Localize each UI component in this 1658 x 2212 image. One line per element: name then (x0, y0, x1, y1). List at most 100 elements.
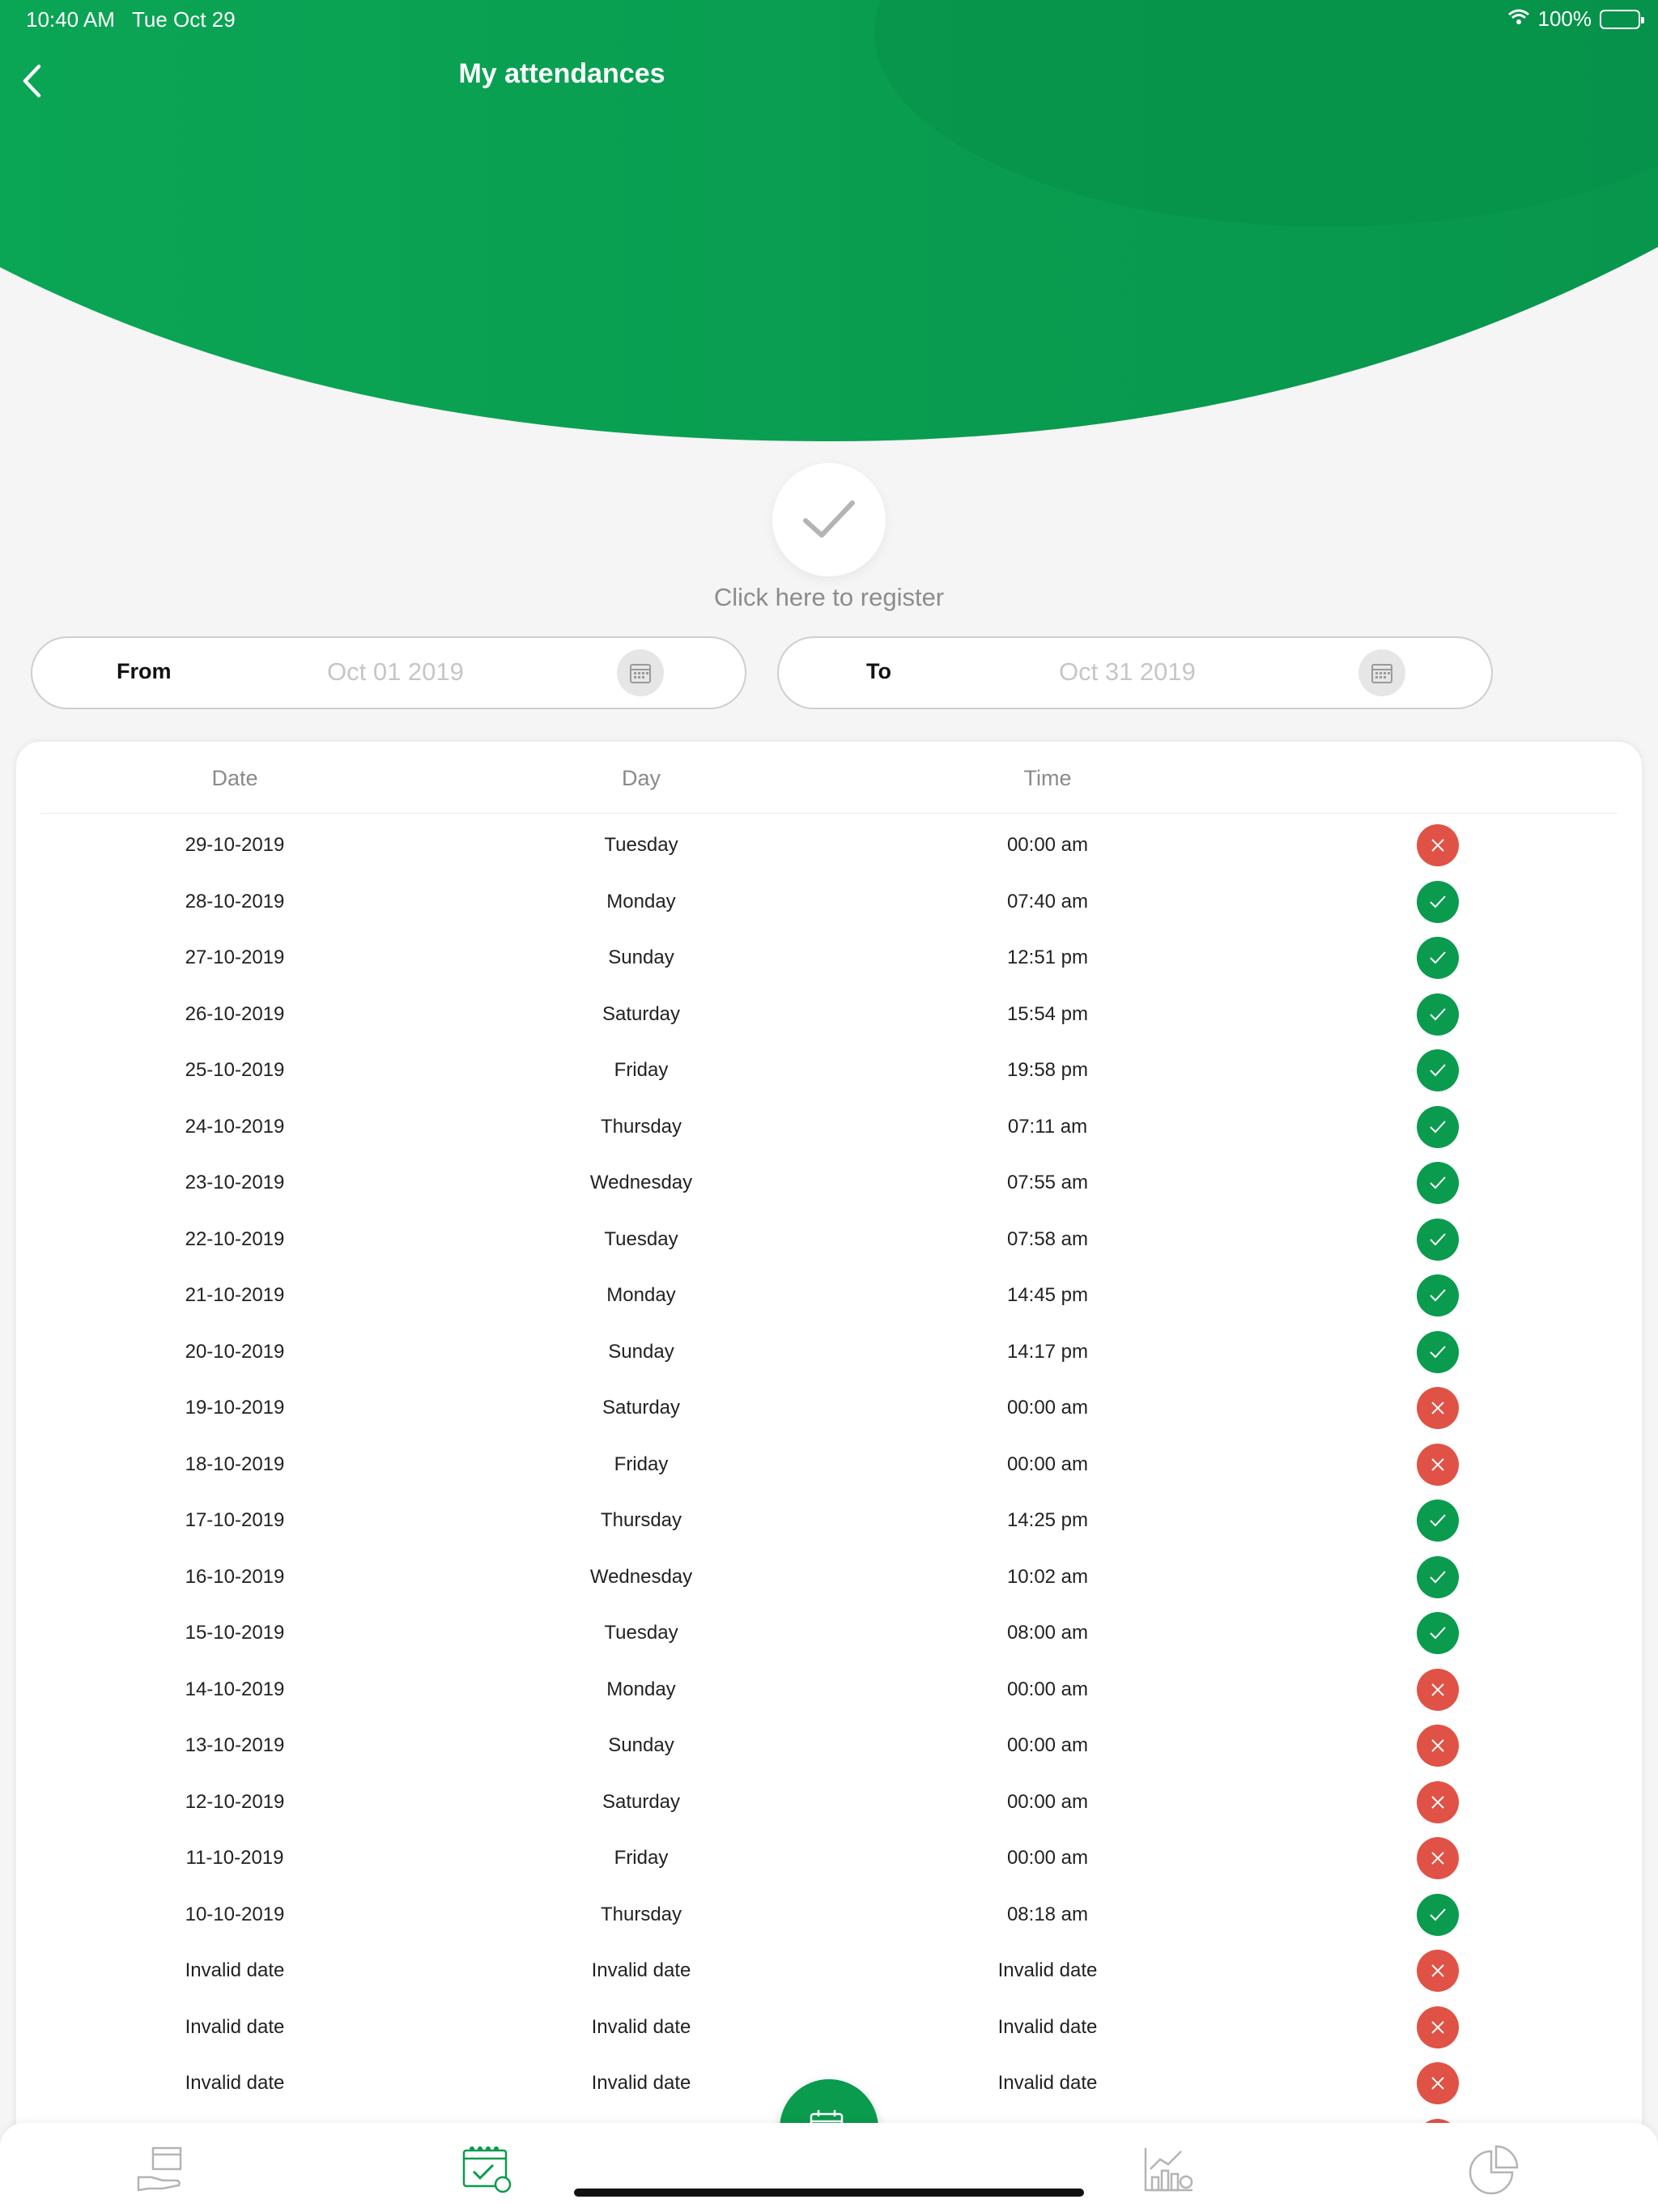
cell-time: Invalid date (997, 2015, 1098, 2038)
cell-time: 07:11 am (1007, 1115, 1088, 1138)
cell-day: Tuesday (604, 834, 678, 856)
cross-circle-icon (1417, 1780, 1459, 1823)
pie-chart-icon (1469, 2145, 1519, 2195)
cell-day: Monday (606, 890, 676, 912)
cross-circle-icon (1417, 1668, 1459, 1711)
cell-day: Friday (614, 1059, 669, 1081)
status-indicators: 100% (1507, 6, 1644, 32)
table-row: 16-10-2019 Wednesday 10:02 am (16, 1555, 1642, 1614)
cell-date: Invalid date (185, 2072, 285, 2094)
cell-time: 00:00 am (1006, 1678, 1089, 1700)
cell-date: 11-10-2019 (185, 1847, 284, 1869)
column-header-day: Day (621, 766, 661, 790)
check-circle-icon (1417, 1612, 1459, 1654)
table-row: 10-10-2019 Thursday 08:18 am (16, 1893, 1642, 1952)
cell-day: Tuesday (604, 1622, 678, 1644)
cell-date: 24-10-2019 (185, 1115, 285, 1138)
cell-time: 07:55 am (1006, 1172, 1089, 1193)
cell-time: 08:18 am (1006, 1903, 1089, 1925)
table-row: 11-10-2019 Friday 00:00 am (16, 1837, 1642, 1895)
cell-time: 00:00 am (1006, 834, 1089, 856)
hand-box-icon (137, 2146, 182, 2192)
tab-reports[interactable] (1462, 2141, 1527, 2197)
cell-day: Monday (606, 1678, 676, 1700)
tab-attendance[interactable] (455, 2141, 520, 2197)
cell-time: 15:54 pm (1006, 1002, 1089, 1025)
to-date-field[interactable]: To Oct 31 2019 (777, 636, 1493, 709)
from-label: From (117, 659, 172, 683)
cell-day: Sunday (608, 946, 674, 968)
cell-date: 15-10-2019 (185, 1622, 285, 1644)
cross-circle-icon (1417, 1387, 1459, 1429)
cell-date: 25-10-2019 (185, 1059, 285, 1081)
cell-date: 12-10-2019 (185, 1790, 285, 1813)
calendar-icon[interactable] (617, 649, 664, 696)
tab-statistics[interactable] (1137, 2141, 1201, 2197)
cross-circle-icon (1417, 2006, 1459, 2048)
check-circle-icon (1417, 1105, 1459, 1148)
cell-time: 19:58 pm (1006, 1059, 1089, 1081)
cell-time: Invalid date (997, 1959, 1098, 1981)
cell-day: Invalid date (591, 2072, 691, 2094)
attendance-table[interactable]: Date Day Time 29-10-2019 Tuesday 00:00 am 2… (16, 742, 1642, 2212)
cell-time: 12:51 pm (1006, 946, 1089, 968)
check-icon (803, 500, 855, 538)
tab-requests[interactable] (130, 2141, 194, 2197)
table-row: 28-10-2019 Monday 07:40 am (16, 880, 1642, 939)
calendar-icon[interactable] (1358, 649, 1405, 696)
table-row: 14-10-2019 Monday 00:00 am (16, 1668, 1642, 1727)
cross-circle-icon (1417, 824, 1459, 866)
cross-circle-icon (1417, 1725, 1459, 1767)
table-row: 17-10-2019 Thursday 14:25 pm (16, 1499, 1642, 1558)
table-row: 13-10-2019 Sunday 00:00 am (16, 1725, 1642, 1783)
cell-time: 08:00 am (1006, 1622, 1089, 1644)
cell-date: 18-10-2019 (185, 1453, 285, 1475)
table-row: 23-10-2019 Wednesday 07:55 am (16, 1162, 1642, 1220)
table-row: 22-10-2019 Tuesday 07:58 am (16, 1218, 1642, 1277)
check-circle-icon (1417, 1218, 1459, 1261)
register-label[interactable]: Click here to register (586, 583, 1072, 612)
cell-date: 22-10-2019 (185, 1227, 285, 1250)
register-button[interactable] (772, 463, 886, 576)
cell-day: Friday (614, 1847, 669, 1869)
from-date-field[interactable]: From Oct 01 2019 (31, 636, 746, 709)
battery-icon (1600, 9, 1644, 29)
cell-time: 00:00 am (1006, 1790, 1089, 1813)
check-circle-icon (1417, 1049, 1459, 1091)
cross-circle-icon (1417, 1443, 1459, 1486)
cell-time: 10:02 am (1006, 1565, 1089, 1588)
table-row: Invalid date Invalid date Invalid date (16, 1950, 1642, 2008)
cell-day: Thursday (600, 1509, 682, 1531)
from-date-value: Oct 01 2019 (327, 657, 464, 686)
wifi-icon (1507, 6, 1530, 32)
back-button[interactable] (11, 57, 52, 105)
status-date: Tue Oct 29 (132, 7, 236, 32)
table-row: 21-10-2019 Monday 14:45 pm (16, 1274, 1642, 1333)
cell-date: 17-10-2019 (185, 1509, 285, 1531)
cell-date: 23-10-2019 (185, 1172, 285, 1193)
cell-date: 19-10-2019 (185, 1397, 285, 1419)
bar-chart-icon (1144, 2148, 1193, 2192)
cell-date: 20-10-2019 (185, 1340, 285, 1363)
table-body: 29-10-2019 Tuesday 00:00 am 28-10-2019 Monda… (16, 824, 1642, 2176)
cell-date: Invalid date (185, 1959, 285, 1981)
cross-circle-icon (1417, 1837, 1459, 1879)
cell-day: Thursday (600, 1903, 682, 1925)
cell-date: Invalid date (185, 2015, 285, 2038)
cell-date: 21-10-2019 (185, 1284, 285, 1306)
cell-date: 28-10-2019 (185, 890, 285, 912)
calendar-check-icon (462, 2146, 512, 2193)
cell-day: Wednesday (589, 1565, 693, 1588)
table-row: 12-10-2019 Saturday 00:00 am (16, 1780, 1642, 1840)
check-circle-icon (1417, 1162, 1459, 1204)
cross-circle-icon (1417, 1950, 1459, 1992)
cell-time: 00:00 am (1006, 1453, 1089, 1475)
status-bar: 10:40 AM Tue Oct 29 100% (0, 0, 1658, 39)
table-row: 24-10-2019 Thursday 07:11 am (16, 1105, 1642, 1164)
header-divider (40, 813, 1618, 814)
status-time: 10:40 AM (26, 7, 115, 32)
cell-date: 29-10-2019 (185, 834, 285, 856)
page-title: My attendances (458, 58, 665, 89)
check-circle-icon (1417, 1555, 1459, 1598)
table-row: 25-10-2019 Friday 19:58 pm (16, 1049, 1642, 1108)
